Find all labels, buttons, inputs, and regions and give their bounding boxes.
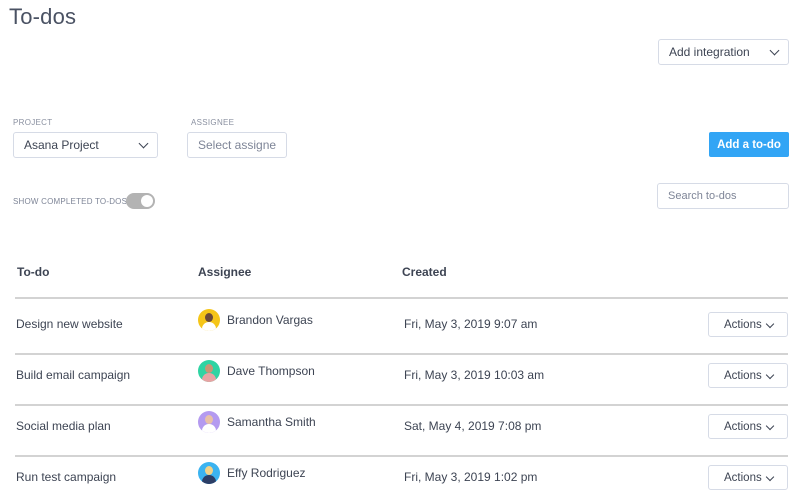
chevron-down-icon <box>765 370 775 380</box>
actions-label: Actions <box>724 318 762 331</box>
table-row: Run test campaign Effy Rodriguez Fri, Ma… <box>0 456 800 504</box>
chevron-down-icon <box>765 319 775 329</box>
assignee-cell: Dave Thompson <box>198 360 315 382</box>
project-select-value: Asana Project <box>24 138 99 152</box>
todo-title: Social media plan <box>16 419 111 433</box>
actions-button[interactable]: Actions <box>708 312 788 337</box>
actions-button[interactable]: Actions <box>708 363 788 388</box>
assignee-name: Effy Rodriguez <box>227 466 306 480</box>
column-header-assignee: Assignee <box>198 265 252 279</box>
show-completed-label: SHOW COMPLETED TO-DOS <box>13 197 128 206</box>
table-row: Build email campaign Dave Thompson Fri, … <box>0 354 800 405</box>
avatar <box>198 309 220 331</box>
add-todo-button[interactable]: Add a to-do <box>709 132 789 157</box>
assignee-name: Brandon Vargas <box>227 313 313 327</box>
toggle-knob <box>141 195 153 207</box>
avatar <box>198 360 220 382</box>
header-divider <box>15 297 788 299</box>
actions-button[interactable]: Actions <box>708 465 788 490</box>
created-date: Fri, May 3, 2019 9:07 am <box>404 317 538 331</box>
project-label: PROJECT <box>13 118 53 127</box>
table-row: Design new website Brandon Vargas Fri, M… <box>0 303 800 354</box>
assignee-label: ASSIGNEE <box>191 118 235 127</box>
project-select[interactable]: Asana Project <box>13 132 158 158</box>
created-date: Fri, May 3, 2019 10:03 am <box>404 368 545 382</box>
actions-label: Actions <box>724 369 762 382</box>
page-title: To-dos <box>9 4 77 29</box>
add-integration-select[interactable]: Add integration <box>658 39 789 65</box>
avatar <box>198 462 220 484</box>
avatar <box>198 411 220 433</box>
column-header-created: Created <box>402 265 447 279</box>
column-header-todo: To-do <box>17 265 50 279</box>
created-date: Fri, May 3, 2019 1:02 pm <box>404 470 538 484</box>
add-integration-label: Add integration <box>669 45 750 59</box>
assignee-input[interactable] <box>187 132 287 158</box>
assignee-name: Dave Thompson <box>227 364 315 378</box>
table-row: Social media plan Samantha Smith Sat, Ma… <box>0 405 800 456</box>
assignee-name: Samantha Smith <box>227 415 316 429</box>
created-date: Sat, May 4, 2019 7:08 pm <box>404 419 542 433</box>
actions-button[interactable]: Actions <box>708 414 788 439</box>
todo-title: Run test campaign <box>16 470 117 484</box>
actions-label: Actions <box>724 471 762 484</box>
actions-label: Actions <box>724 420 762 433</box>
todo-title: Design new website <box>16 317 123 331</box>
search-input[interactable] <box>657 183 789 209</box>
todo-title: Build email campaign <box>16 368 131 382</box>
assignee-cell: Samantha Smith <box>198 411 316 433</box>
chevron-down-icon <box>765 421 775 431</box>
chevron-down-icon <box>769 45 780 56</box>
chevron-down-icon <box>765 472 775 482</box>
chevron-down-icon <box>138 138 149 149</box>
assignee-cell: Effy Rodriguez <box>198 462 306 484</box>
assignee-cell: Brandon Vargas <box>198 309 313 331</box>
show-completed-toggle[interactable] <box>126 193 155 209</box>
